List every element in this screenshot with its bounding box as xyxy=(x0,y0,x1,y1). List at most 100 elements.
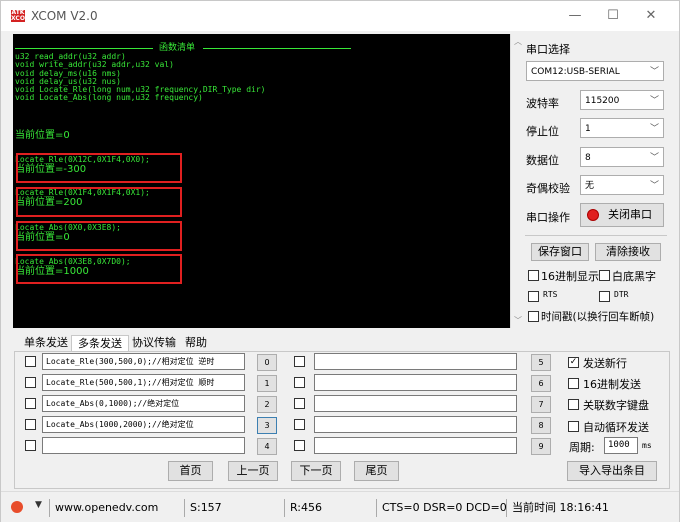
terminal-scrollbar[interactable]: ︿ ﹀ xyxy=(510,34,525,328)
chevron-down-icon: ﹀ xyxy=(649,153,659,163)
row-checkbox[interactable] xyxy=(294,440,305,451)
hex-display-label: 16进制显示 xyxy=(541,270,599,283)
dtr-checkbox[interactable] xyxy=(599,291,610,302)
line-status: CTS=0 DSR=0 DCD=0 xyxy=(376,499,507,517)
baud-select[interactable]: 115200 ﹀ xyxy=(580,90,664,110)
current-time: 当前时间 18:16:41 xyxy=(506,499,662,517)
tab-single-send[interactable]: 单条发送 xyxy=(21,335,71,351)
row-checkbox[interactable] xyxy=(294,356,305,367)
stopbits-select[interactable]: 1 ﹀ xyxy=(580,118,664,138)
hex-send-checkbox[interactable] xyxy=(568,378,579,389)
period-input[interactable]: 1000 xyxy=(604,437,638,454)
send-button-4[interactable]: 4 xyxy=(257,438,277,455)
save-window-button[interactable]: 保存窗口 xyxy=(531,243,589,261)
send-input[interactable] xyxy=(314,437,517,454)
initial-position: 当前位置=0 xyxy=(15,130,70,141)
app-logo: ATK XCOM xyxy=(11,9,31,22)
baud-label: 波特率 xyxy=(526,97,559,110)
row-checkbox[interactable] xyxy=(294,398,305,409)
maximize-button[interactable]: ☐ xyxy=(602,6,624,26)
website-url[interactable]: www.openedv.com xyxy=(49,499,185,517)
title-bar: ATK XCOM XCOM V2.0 — ☐ ✕ xyxy=(1,1,679,31)
close-port-label: 关闭串口 xyxy=(608,208,652,221)
rts-checkbox[interactable] xyxy=(528,291,539,302)
check-icon: ✓ xyxy=(569,357,578,367)
tab-protocol[interactable]: 协议传输 xyxy=(129,335,179,351)
function-list-header: 函数清单 xyxy=(159,43,196,53)
send-input[interactable] xyxy=(314,374,517,391)
send-button-6[interactable]: 6 xyxy=(531,375,551,392)
dropdown-arrow-icon[interactable]: ▼ xyxy=(35,500,42,510)
send-button-9[interactable]: 9 xyxy=(531,438,551,455)
auto-loop-checkbox[interactable] xyxy=(568,421,579,432)
send-input[interactable]: Locate_Rle(300,500,0);//相对定位 逆时 xyxy=(42,353,245,370)
auto-loop-label: 自动循环发送 xyxy=(583,421,649,434)
highlight-box xyxy=(16,187,182,217)
chevron-down-icon: ﹀ xyxy=(649,96,659,106)
send-button-3[interactable]: 3 xyxy=(257,417,277,434)
send-button-8[interactable]: 8 xyxy=(531,417,551,434)
row-checkbox[interactable] xyxy=(294,419,305,430)
send-input[interactable] xyxy=(314,416,517,433)
send-button-7[interactable]: 7 xyxy=(531,396,551,413)
send-button-0[interactable]: 0 xyxy=(257,354,277,371)
send-button-5[interactable]: 5 xyxy=(531,354,551,371)
operation-label: 串口操作 xyxy=(526,211,570,224)
minimize-button[interactable]: — xyxy=(564,6,586,26)
send-newline-checkbox[interactable]: ✓ xyxy=(568,357,579,368)
clear-receive-button[interactable]: 清除接收 xyxy=(595,243,661,261)
tab-multi-send[interactable]: 多条发送 xyxy=(71,335,129,352)
period-unit: ms xyxy=(642,441,652,450)
row-checkbox[interactable] xyxy=(25,419,36,430)
row-checkbox[interactable] xyxy=(25,440,36,451)
status-bar: ▼ www.openedv.com S:157 R:456 CTS=0 DSR=… xyxy=(1,491,679,522)
port-value: COM12:USB-SERIAL xyxy=(531,67,620,77)
send-input[interactable]: Locate_Abs(1000,2000);//绝对定位 xyxy=(42,416,245,433)
chevron-down-icon: ﹀ xyxy=(649,181,659,191)
tab-help[interactable]: 帮助 xyxy=(181,335,211,351)
row-checkbox[interactable] xyxy=(25,377,36,388)
prev-page-button[interactable]: 上一页 xyxy=(228,461,278,481)
parity-select[interactable]: 无 ﹀ xyxy=(580,175,664,195)
port-select[interactable]: COM12:USB-SERIAL ﹀ xyxy=(526,61,664,81)
next-page-button[interactable]: 下一页 xyxy=(291,461,341,481)
dtr-label: DTR xyxy=(614,290,629,299)
highlight-box xyxy=(16,254,182,284)
row-checkbox[interactable] xyxy=(25,398,36,409)
num-keypad-label: 关联数字键盘 xyxy=(583,399,649,412)
scroll-down-icon[interactable]: ﹀ xyxy=(514,315,522,326)
send-button-1[interactable]: 1 xyxy=(257,375,277,392)
send-input[interactable]: Locate_Rle(500,500,1);//相对定位 顺时 xyxy=(42,374,245,391)
hex-send-label: 16进制发送 xyxy=(583,378,641,391)
period-label: 周期: xyxy=(569,441,595,454)
close-button[interactable]: ✕ xyxy=(640,6,662,26)
scroll-up-icon[interactable]: ︿ xyxy=(514,36,522,47)
import-export-button[interactable]: 导入导出条目 xyxy=(567,461,657,481)
timestamp-checkbox[interactable] xyxy=(528,311,539,322)
port-select-label: 串口选择 xyxy=(526,43,570,56)
stopbits-value: 1 xyxy=(585,124,591,134)
row-checkbox[interactable] xyxy=(25,356,36,367)
highlight-box xyxy=(16,153,182,183)
databits-select[interactable]: 8 ﹀ xyxy=(580,147,664,167)
send-input[interactable] xyxy=(42,437,245,454)
first-page-button[interactable]: 首页 xyxy=(168,461,213,481)
parity-label: 奇偶校验 xyxy=(526,182,570,195)
baud-value: 115200 xyxy=(585,96,620,106)
white-bg-checkbox[interactable] xyxy=(599,270,610,281)
send-input[interactable]: Locate_Abs(0,1000);//绝对定位 xyxy=(42,395,245,412)
num-keypad-checkbox[interactable] xyxy=(568,399,579,410)
timestamp-label: 时间戳(以换行回车断帧) xyxy=(541,311,655,323)
hex-display-checkbox[interactable] xyxy=(528,270,539,281)
sent-count: S:157 xyxy=(184,499,280,517)
parity-value: 无 xyxy=(585,181,595,191)
received-count: R:456 xyxy=(284,499,370,517)
last-page-button[interactable]: 尾页 xyxy=(354,461,399,481)
row-checkbox[interactable] xyxy=(294,377,305,388)
send-button-2[interactable]: 2 xyxy=(257,396,277,413)
send-input[interactable] xyxy=(314,395,517,412)
send-input[interactable] xyxy=(314,353,517,370)
highlight-box xyxy=(16,221,182,251)
close-port-button[interactable]: 关闭串口 xyxy=(580,203,664,227)
settings-gear-icon[interactable] xyxy=(11,501,23,513)
